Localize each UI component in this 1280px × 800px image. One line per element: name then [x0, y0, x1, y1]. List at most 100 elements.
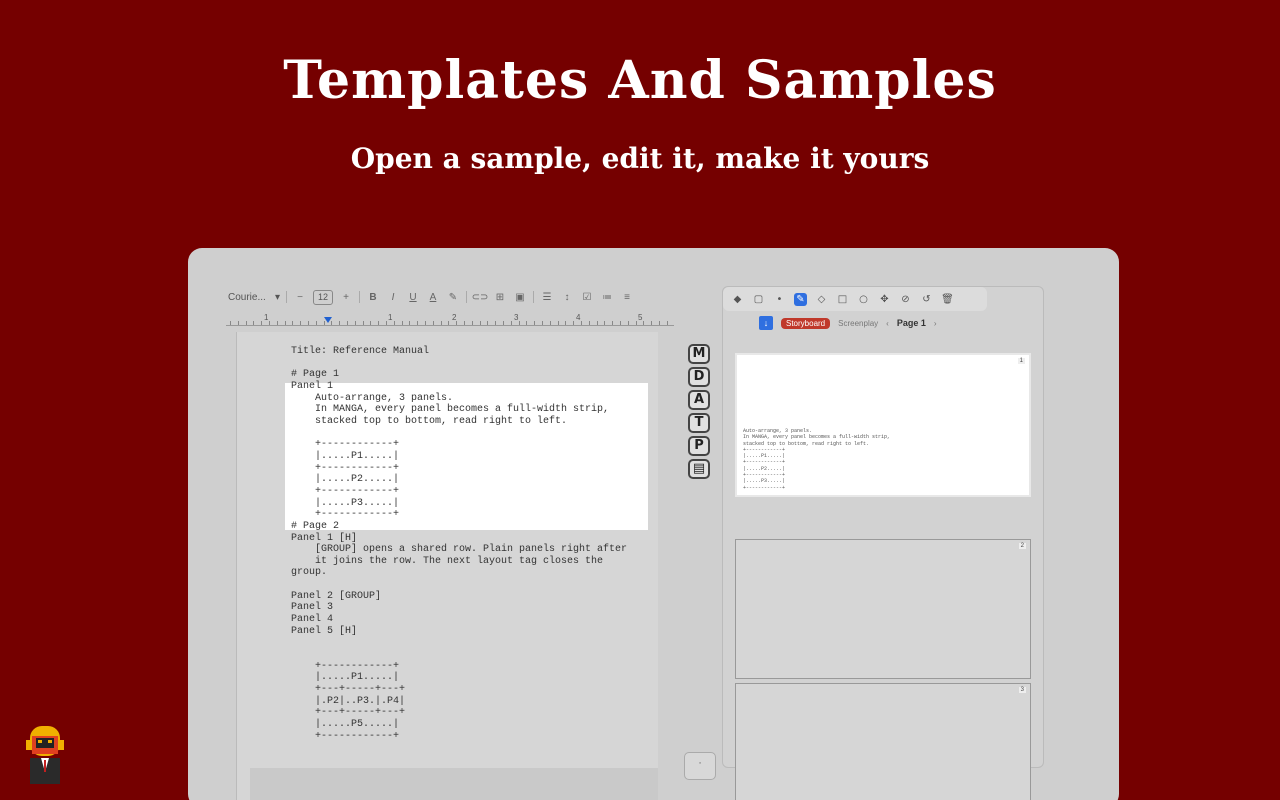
ruler-tick — [261, 321, 263, 325]
document-text[interactable]: Title: Reference Manual # Page 1 Panel 1 … — [291, 346, 627, 742]
ruler-tick — [378, 321, 380, 325]
document-line[interactable]: # Page 1 — [291, 369, 627, 381]
document-line[interactable]: +------------+ — [291, 463, 627, 475]
ruler-tick — [651, 321, 653, 325]
ruler-tick — [596, 321, 598, 325]
ruler-tick — [666, 321, 668, 325]
checklist-icon[interactable]: ☑ — [580, 290, 594, 304]
document-line[interactable]: Panel 1 [H] — [291, 533, 627, 545]
underline-button[interactable]: U — [406, 290, 420, 304]
prev-page-button[interactable]: ‹ — [886, 319, 889, 328]
document-line[interactable]: # Page 2 — [291, 521, 627, 533]
document-line[interactable]: Panel 1 — [291, 381, 627, 393]
document-line[interactable] — [291, 649, 627, 661]
ruler-tick — [269, 321, 270, 325]
align-icon[interactable]: ☰ — [540, 290, 554, 304]
bold-button[interactable]: B — [366, 290, 380, 304]
page-preview-card[interactable]: 2 — [735, 539, 1031, 679]
document-line[interactable]: |.....P1.....| — [291, 672, 627, 684]
document-line[interactable]: +------------+ — [291, 731, 627, 743]
document-line[interactable]: |.....P1.....| — [291, 451, 627, 463]
font-select[interactable]: Courie... ▾ — [228, 292, 280, 303]
document-line[interactable]: Panel 3 — [291, 602, 627, 614]
collapse-button[interactable]: · — [684, 752, 716, 780]
font-size-input[interactable]: 12 — [313, 289, 333, 305]
document-line[interactable]: |.....P5.....| — [291, 719, 627, 731]
ruler-tick — [557, 321, 559, 325]
text-color-button[interactable]: A — [426, 290, 440, 304]
comment-icon[interactable]: ⊞ — [493, 290, 507, 304]
ruler-tick — [300, 321, 302, 325]
ruler-tick — [315, 321, 317, 325]
mode-a-button[interactable]: A — [688, 390, 710, 410]
lasso-icon[interactable]: ○ — [857, 293, 870, 306]
pen-icon[interactable]: ✎ — [794, 292, 807, 306]
document-line[interactable] — [291, 428, 627, 440]
document-line[interactable]: |.P2|..P3.|.P4| — [291, 696, 627, 708]
document-line[interactable]: +------------+ — [291, 509, 627, 521]
document-line[interactable]: Panel 2 [GROUP] — [291, 591, 627, 603]
document-line[interactable]: [GROUP] opens a shared row. Plain panels… — [291, 544, 627, 556]
document-line[interactable]: |.....P2.....| — [291, 474, 627, 486]
page-preview-card[interactable]: 1 Auto-arrange, 3 panels. In MANGA, ever… — [735, 353, 1031, 497]
highlighter-icon[interactable]: ✎ — [446, 290, 460, 304]
ruler-tick — [627, 321, 629, 325]
document-line[interactable]: +------------+ — [291, 486, 627, 498]
document-line[interactable]: |.....P3.....| — [291, 498, 627, 510]
image-icon[interactable]: ▣ — [513, 290, 527, 304]
document-line[interactable]: Auto-arrange, 3 panels. — [291, 393, 627, 405]
italic-button[interactable]: I — [386, 290, 400, 304]
dot-size-icon[interactable]: • — [773, 293, 786, 306]
preview-mode-button[interactable]: ▤ — [688, 459, 710, 479]
storyboard-tab[interactable]: Storyboard — [781, 317, 831, 329]
fill-icon[interactable]: ◆ — [731, 293, 744, 306]
document-line[interactable]: +------------+ — [291, 439, 627, 451]
document-line[interactable]: Title: Reference Manual — [291, 346, 627, 358]
ruler-tick — [347, 321, 348, 325]
download-icon[interactable]: ↓ — [759, 316, 773, 330]
screenplay-tab[interactable]: Screenplay — [838, 319, 878, 328]
ruler-tick — [456, 321, 458, 325]
document-line[interactable]: it joins the row. The next layout tag cl… — [291, 556, 627, 568]
document-line[interactable]: stacked top to bottom, read right to lef… — [291, 416, 627, 428]
font-name: Courie... — [228, 291, 266, 303]
clear-icon[interactable]: ⊘ — [899, 293, 912, 306]
increase-size-button[interactable]: + — [339, 290, 353, 304]
ruler-tick — [409, 321, 411, 325]
shape-select-icon[interactable]: ▢ — [752, 293, 765, 306]
decrease-size-button[interactable]: − — [293, 290, 307, 304]
mode-p-button[interactable]: P — [688, 436, 710, 456]
next-page-button[interactable]: › — [934, 319, 937, 328]
page-preview-card[interactable]: 3 — [735, 683, 1031, 800]
line-spacing-icon[interactable]: ↕ — [560, 290, 574, 304]
document-line[interactable]: Panel 5 [H] — [291, 626, 627, 638]
undo-icon[interactable]: ↺ — [920, 293, 933, 306]
numbered-list-icon[interactable]: ≡ — [620, 290, 634, 304]
ruler-number: 5 — [638, 313, 643, 322]
rectangle-icon[interactable]: □ — [836, 293, 849, 306]
document-line[interactable] — [291, 637, 627, 649]
document-page[interactable]: Title: Reference Manual # Page 1 Panel 1 … — [236, 332, 658, 800]
preview-header: ↓ Storyboard Screenplay ‹ Page 1 › — [759, 316, 959, 330]
ruler-tick — [581, 321, 582, 325]
ruler-tick — [339, 321, 341, 325]
mode-m-button[interactable]: M — [688, 344, 710, 364]
document-line[interactable] — [291, 579, 627, 591]
document-line[interactable] — [291, 358, 627, 370]
document-line[interactable]: +---+-----+---+ — [291, 707, 627, 719]
document-line[interactable]: group. — [291, 567, 627, 579]
ruler-tick — [518, 321, 520, 325]
document-line[interactable]: +---+-----+---+ — [291, 684, 627, 696]
trash-icon[interactable]: 🗑 — [941, 293, 954, 306]
mode-d-button[interactable]: D — [688, 367, 710, 387]
mode-t-button[interactable]: T — [688, 413, 710, 433]
document-line[interactable]: +------------+ — [291, 661, 627, 673]
document-line[interactable]: In MANGA, every panel becomes a full-wid… — [291, 404, 627, 416]
document-line[interactable]: Panel 4 — [291, 614, 627, 626]
move-icon[interactable]: ✥ — [878, 293, 891, 306]
link-icon[interactable]: ⊂⊃ — [472, 290, 489, 304]
eraser-icon[interactable]: ◇ — [815, 293, 828, 306]
bullet-list-icon[interactable]: ≔ — [600, 290, 614, 304]
card-number: 1 — [1017, 358, 1025, 364]
ruler-tick — [362, 321, 364, 325]
